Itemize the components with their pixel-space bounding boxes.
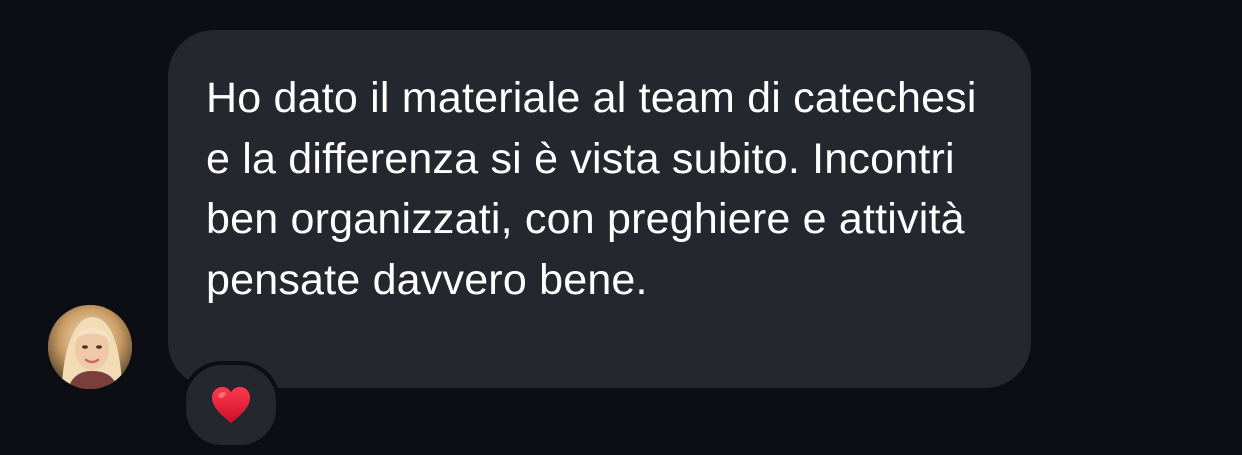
reaction-badge[interactable]: [182, 361, 280, 449]
heart-icon: [212, 387, 250, 423]
sender-avatar[interactable]: [48, 305, 132, 389]
message-bubble[interactable]: Ho dato il materiale al team di cateches…: [168, 30, 1031, 388]
chat-screen: Ho dato il materiale al team di cateches…: [0, 0, 1242, 455]
message-text: Ho dato il materiale al team di cateches…: [206, 74, 977, 304]
user-photo-icon: [48, 305, 132, 389]
